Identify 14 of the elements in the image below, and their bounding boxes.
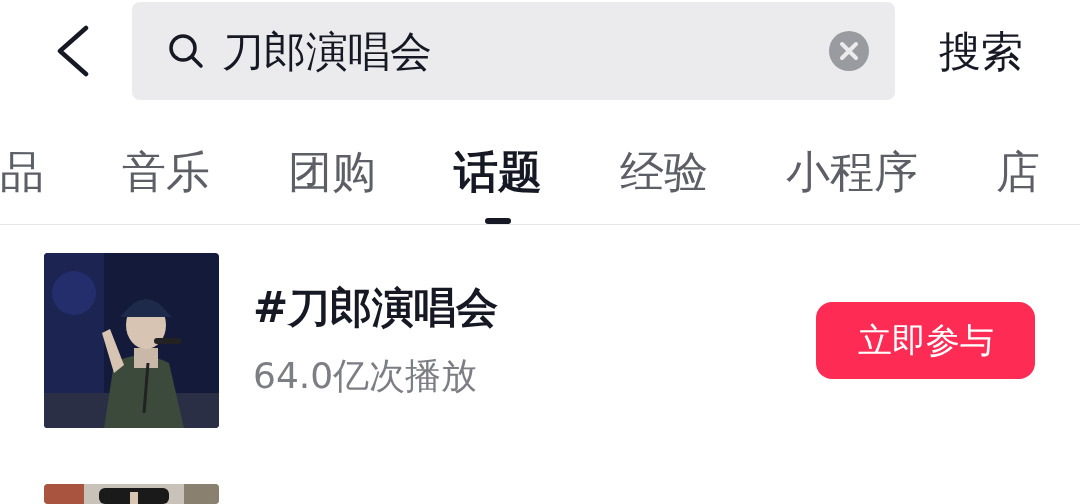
search-input[interactable]: 刀郎演唱会: [222, 19, 829, 83]
search-button[interactable]: 搜索: [939, 19, 1023, 83]
tab[interactable]: 团购: [288, 142, 376, 224]
tab[interactable]: 品: [0, 142, 44, 224]
topic-title: #刀郎演唱会: [253, 282, 499, 334]
play-count: 64.0亿次播放: [253, 354, 479, 398]
tab[interactable]: 话题: [454, 142, 542, 224]
tab[interactable]: 店: [996, 142, 1040, 224]
tab[interactable]: 经验: [620, 142, 708, 224]
join-button[interactable]: 立即参与: [816, 302, 1035, 379]
search-icon: [168, 33, 204, 69]
search-field[interactable]: 刀郎演唱会: [132, 2, 895, 100]
tab[interactable]: 小程序: [786, 142, 918, 224]
tab[interactable]: 音乐: [122, 142, 210, 224]
